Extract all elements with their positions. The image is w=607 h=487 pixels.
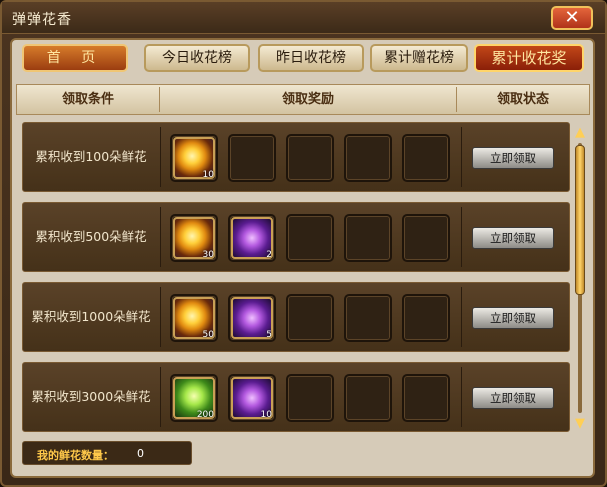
reward-slot[interactable]: 30 [170,214,218,262]
reward-slot[interactable]: 50 [170,294,218,342]
item-count: 50 [202,330,214,340]
reward-slot-empty [402,294,450,342]
row-condition: 累积收到1000朵鲜花 [31,309,151,324]
reward-slot-empty [344,134,392,182]
scrollbar[interactable]: ▲ ▼ [573,125,587,432]
reward-slot-empty [344,374,392,422]
close-icon: ✕ [564,7,580,28]
reward-slot-empty [402,374,450,422]
header-condition: 领取条件 [61,92,114,107]
tab-total-received-reward[interactable]: 累计收花奖 [474,44,584,72]
column-divider [160,367,161,427]
reward-row: 累积收到100朵鲜花 10 立即领取 [22,122,570,192]
flower-count-value: 0 [137,447,144,460]
reward-slot[interactable]: 5 [228,294,276,342]
title-bar[interactable]: 弹弹花香 ✕ [2,2,605,34]
reward-slot-empty [344,294,392,342]
column-divider [160,127,161,187]
reward-slot-empty [286,374,334,422]
reward-slot-empty [286,294,334,342]
item-count: 30 [202,250,214,260]
tab-home[interactable]: 首 页 [22,44,128,72]
column-divider [160,207,161,267]
scroll-thumb[interactable] [575,145,585,295]
tab-yesterday-received[interactable]: 昨日收花榜 [258,44,364,72]
column-divider [461,127,462,187]
tab-today-received[interactable]: 今日收花榜 [144,44,250,72]
flower-count-label: 我的鲜花数量： [37,449,114,462]
column-divider [461,287,462,347]
claim-button[interactable]: 立即领取 [472,387,554,409]
column-divider [461,207,462,267]
window-title: 弹弹花香 [12,12,72,28]
reward-list: 累积收到100朵鲜花 10 立即领取 累积收到500朵鲜花 30 2 立即领取 … [16,116,590,436]
item-count: 5 [266,330,272,340]
item-count: 2 [266,250,272,260]
item-count: 200 [196,410,214,420]
reward-row: 累积收到500朵鲜花 30 2 立即领取 [22,202,570,272]
reward-slot[interactable]: 200 [170,374,218,422]
reward-slot[interactable]: 10 [170,134,218,182]
reward-slot-empty [286,214,334,262]
reward-row: 累积收到3000朵鲜花 200 10 立即领取 [22,362,570,432]
column-divider [461,367,462,427]
item-count: 10 [202,170,214,180]
item-count: 10 [260,410,272,420]
reward-row: 累积收到1000朵鲜花 50 5 立即领取 [22,282,570,352]
header-reward: 领取奖励 [281,92,334,107]
reward-slot-empty [402,134,450,182]
column-divider [160,287,161,347]
flower-count-box: 我的鲜花数量： 0 [22,441,192,465]
reward-slot-empty [228,134,276,182]
claim-button[interactable]: 立即领取 [472,307,554,329]
claim-button[interactable]: 立即领取 [472,227,554,249]
close-button[interactable]: ✕ [551,6,593,30]
claim-button[interactable]: 立即领取 [472,147,554,169]
table-header: 领取条件 领取奖励 领取状态 [16,84,590,115]
reward-slot[interactable]: 10 [228,374,276,422]
tab-total-given[interactable]: 累计赠花榜 [370,44,468,72]
row-condition: 累积收到500朵鲜花 [35,229,147,244]
row-condition: 累积收到100朵鲜花 [35,149,147,164]
reward-slot-empty [402,214,450,262]
row-condition: 累积收到3000朵鲜花 [31,389,151,404]
reward-slot[interactable]: 2 [228,214,276,262]
scroll-down-icon[interactable]: ▼ [573,416,587,432]
header-status: 领取状态 [496,92,549,107]
reward-slot-empty [286,134,334,182]
scroll-up-icon[interactable]: ▲ [573,125,587,141]
reward-slot-empty [344,214,392,262]
